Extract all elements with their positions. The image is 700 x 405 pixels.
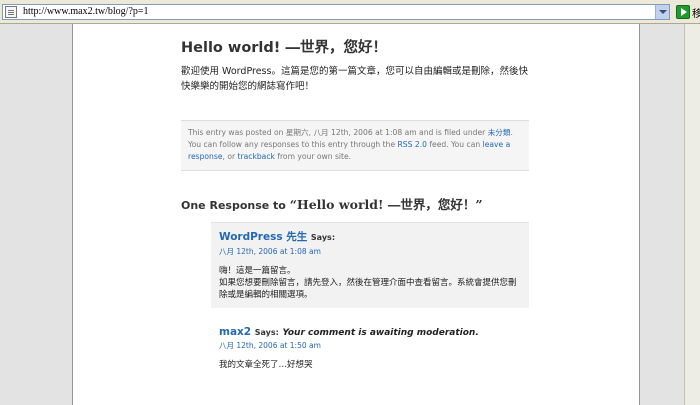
postmeta-text-6: from your own site. xyxy=(274,152,352,161)
post-body: 歡迎使用 WordPress。這篇是您的第一篇文章，您可以自由編輯或是刪除，然後… xyxy=(181,66,528,92)
trackback-link[interactable]: trackback xyxy=(238,152,275,161)
comment-date-link[interactable]: 八月 12th, 2006 at 1:50 am xyxy=(219,340,521,351)
comment-author-line: WordPress 先生 Says: xyxy=(219,229,521,244)
comment-text: 我的文章全死了…好想哭 xyxy=(219,359,521,371)
post-title[interactable]: Hello world! ―世界，您好！ xyxy=(181,36,387,57)
comment-text: 嗨！這是一篇留言。 如果您想要刪除留言，請先登入，然後在管理介面中查看留言。系統… xyxy=(219,265,521,301)
comment-line: 如果您想要刪除留言，請先登入，然後在管理介面中查看留言。系統會提供您刪除或是編輯… xyxy=(219,278,517,300)
postmeta-text-5: , or xyxy=(222,152,238,161)
comment-item: max2 Says: Your comment is awaiting mode… xyxy=(211,320,529,376)
go-arrow-icon[interactable] xyxy=(676,5,690,19)
post-metadata-box: This entry was posted on 星期六, 八月 12th, 2… xyxy=(181,120,529,171)
awaiting-moderation-note: Your comment is awaiting moderation. xyxy=(282,328,479,338)
url-text: http://www.max2.tw/blog/?p=1 xyxy=(23,6,149,17)
blog-page: Hello world! ―世界，您好！ 歡迎使用 WordPress。這篇是您… xyxy=(72,24,640,405)
go-button-label[interactable]: 移 xyxy=(692,5,700,20)
postmeta-text-2: . xyxy=(510,128,513,137)
postmeta-text-3: You can follow any responses to this ent… xyxy=(188,140,398,149)
comment-author-name: max2 xyxy=(219,326,252,338)
rss-link[interactable]: RSS 2.0 xyxy=(398,140,427,149)
postmeta-text-4: feed. You can xyxy=(426,140,483,149)
comment-says-label: Says: xyxy=(310,233,336,242)
category-link[interactable]: 未分類 xyxy=(488,128,511,137)
responses-heading: One Response to “Hello world! ―世界，您好！” xyxy=(181,194,483,213)
postmeta-text-1: This entry was posted on 星期六, 八月 12th, 2… xyxy=(188,128,488,137)
comment-author-line: max2 Says: Your comment is awaiting mode… xyxy=(219,326,521,338)
responses-prefix: One Response to xyxy=(181,199,290,212)
address-bar: http://www.max2.tw/blog/?p=1 移 xyxy=(0,0,700,24)
responses-quoted-title: “Hello world! ―世界，您好！” xyxy=(289,197,483,212)
vertical-scrollbar[interactable] xyxy=(684,24,700,405)
page-icon xyxy=(5,6,17,18)
browser-viewport: Hello world! ―世界，您好！ 歡迎使用 WordPress。這篇是您… xyxy=(0,24,700,405)
comment-item: WordPress 先生 Says: 八月 12th, 2006 at 1:08… xyxy=(211,222,529,308)
url-input[interactable]: http://www.max2.tw/blog/?p=1 xyxy=(2,4,670,20)
comment-line: 我的文章全死了…好想哭 xyxy=(219,360,313,370)
url-dropdown-button[interactable] xyxy=(655,5,669,19)
comment-date-link[interactable]: 八月 12th, 2006 at 1:08 am xyxy=(219,246,521,257)
comment-says-label: Says: xyxy=(254,328,279,337)
comment-author-link[interactable]: WordPress 先生 xyxy=(219,231,307,243)
comment-line: 嗨！這是一篇留言。 xyxy=(219,266,296,276)
